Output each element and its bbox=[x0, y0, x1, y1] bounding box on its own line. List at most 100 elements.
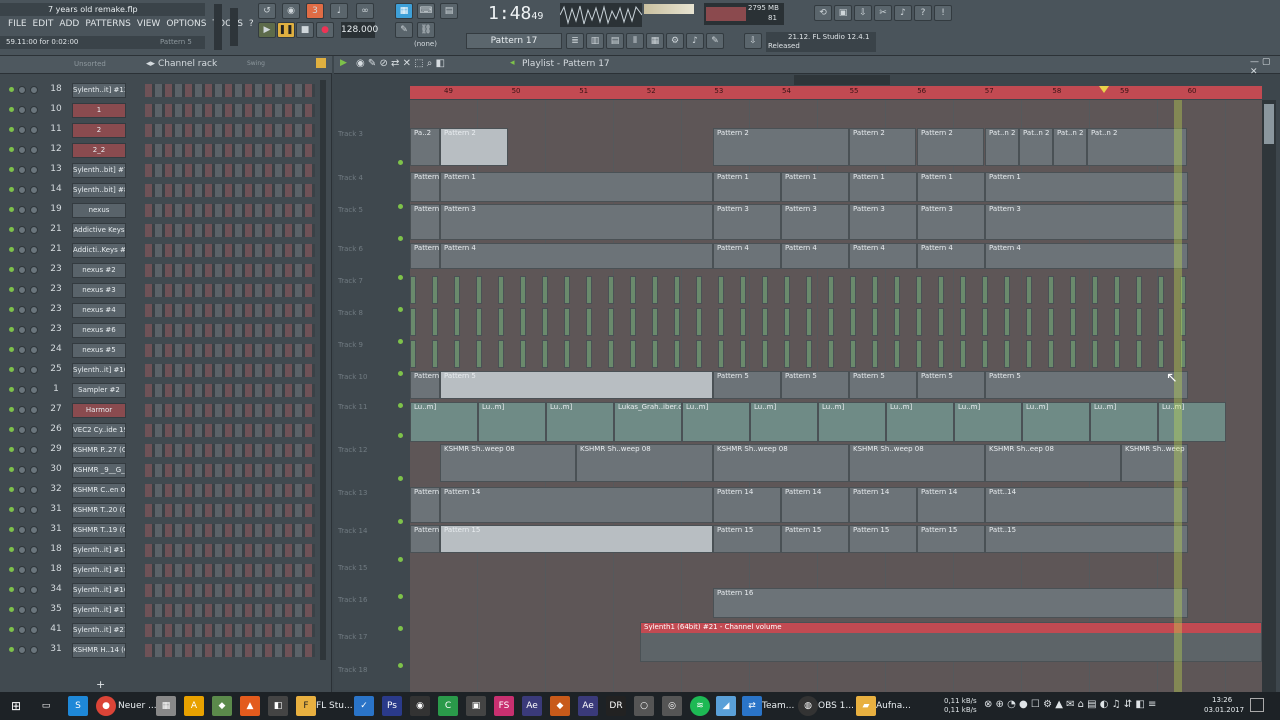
channel-name-button[interactable]: Addicti..Keys #2 bbox=[72, 243, 126, 258]
step-sequencer[interactable] bbox=[145, 284, 315, 297]
step-sequencer[interactable] bbox=[145, 464, 315, 477]
drum-clip[interactable] bbox=[476, 276, 482, 304]
playlist-menu-icon[interactable]: ▶ bbox=[340, 58, 347, 68]
task-team[interactable]: Team... bbox=[762, 701, 794, 711]
pattern-clip[interactable]: Pattern 14 bbox=[849, 487, 917, 523]
drum-clip[interactable] bbox=[784, 276, 790, 304]
channel-volume-knob[interactable] bbox=[30, 266, 38, 274]
channel-mixer-track[interactable]: 13 bbox=[44, 164, 68, 177]
drum-clip[interactable] bbox=[454, 276, 460, 304]
channel-enable-led[interactable] bbox=[9, 387, 14, 392]
drum-clip[interactable] bbox=[872, 308, 878, 336]
task-fl[interactable]: FL Stu... bbox=[316, 701, 353, 711]
menu-help[interactable]: ? bbox=[249, 19, 254, 29]
step-sequencer[interactable] bbox=[145, 524, 315, 537]
channel-volume-knob[interactable] bbox=[30, 86, 38, 94]
drum-clip[interactable] bbox=[586, 308, 592, 336]
pattern-clip[interactable]: Pattern 3 bbox=[985, 204, 1188, 240]
channel-name-button[interactable]: 1 bbox=[72, 103, 126, 118]
step-sequencer[interactable] bbox=[145, 204, 315, 217]
channel-mixer-track[interactable]: 27 bbox=[44, 404, 68, 417]
step-sequencer[interactable] bbox=[145, 424, 315, 437]
drum-clip[interactable] bbox=[806, 308, 812, 336]
playlist-toolbar-icons[interactable]: ◉ ✎ ⊘ ⇄ ✕ ⬚ ⌕ ◧ bbox=[356, 58, 445, 69]
pattern-clip[interactable]: Pattern 14 bbox=[917, 487, 985, 523]
drum-clip[interactable] bbox=[718, 340, 724, 368]
channel-row[interactable]: 25 Sylenth..it] #10 bbox=[0, 360, 320, 380]
pattern-clip[interactable]: Pattern 3 bbox=[410, 204, 440, 240]
channel-volume-knob[interactable] bbox=[30, 546, 38, 554]
pattern-clip[interactable]: Lu..m] bbox=[886, 402, 954, 442]
channel-enable-led[interactable] bbox=[9, 307, 14, 312]
download-icon[interactable]: ⇩ bbox=[744, 33, 762, 49]
drum-clip[interactable] bbox=[630, 276, 636, 304]
channel-row[interactable]: 13 Sylenth..bit] #7 bbox=[0, 160, 320, 180]
drum-clip[interactable] bbox=[476, 340, 482, 368]
drum-clip[interactable] bbox=[630, 340, 636, 368]
vlc-icon[interactable]: ▲ bbox=[240, 696, 260, 716]
channel-name-button[interactable]: Sylenth..it] #13 bbox=[72, 83, 126, 98]
clock-date[interactable]: 03.01.2017 bbox=[1204, 706, 1244, 714]
track-enable-led[interactable] bbox=[398, 557, 403, 562]
drum-clip[interactable] bbox=[1136, 340, 1142, 368]
channel-mixer-track[interactable]: 23 bbox=[44, 324, 68, 337]
rack-menu-icon[interactable] bbox=[316, 58, 326, 68]
channel-pan-knob[interactable] bbox=[18, 626, 26, 634]
channel-enable-led[interactable] bbox=[9, 447, 14, 452]
task-aufnahme[interactable]: Aufna... bbox=[876, 701, 911, 711]
channel-pan-knob[interactable] bbox=[18, 286, 26, 294]
channel-name-button[interactable]: nexus #5 bbox=[72, 343, 126, 358]
drum-clip[interactable] bbox=[476, 308, 482, 336]
drum-clip[interactable] bbox=[1004, 276, 1010, 304]
channel-row[interactable]: 29 KSHMR P..27 (G) bbox=[0, 440, 320, 460]
metronome-button[interactable]: ♩ bbox=[330, 3, 348, 19]
step-sequencer[interactable] bbox=[145, 504, 315, 517]
drum-clip[interactable] bbox=[806, 340, 812, 368]
step-sequencer[interactable] bbox=[145, 124, 315, 137]
channel-row[interactable]: 21 Addicti..Keys #2 bbox=[0, 240, 320, 260]
channel-volume-knob[interactable] bbox=[30, 246, 38, 254]
help-icon[interactable]: ? bbox=[914, 5, 932, 21]
channel-volume-knob[interactable] bbox=[30, 366, 38, 374]
drum-clip[interactable] bbox=[520, 340, 526, 368]
pattern-clip[interactable]: Lukas_Grah..iber.com] bbox=[614, 402, 682, 442]
pattern-clip[interactable]: Pattern 4 bbox=[917, 243, 985, 269]
pattern-clip[interactable]: KSHMR Sh..weep 08 bbox=[576, 444, 713, 482]
pattern-clip[interactable]: Pat..n 2 bbox=[1019, 128, 1053, 166]
channel-row[interactable]: 14 Sylenth..bit] #8 bbox=[0, 180, 320, 200]
channel-volume-knob[interactable] bbox=[30, 526, 38, 534]
drum-clip[interactable] bbox=[542, 308, 548, 336]
drum-clip[interactable] bbox=[1158, 308, 1164, 336]
pattern-clip[interactable]: Pattern 1 bbox=[713, 172, 781, 202]
drum-clip[interactable] bbox=[498, 276, 504, 304]
channel-row[interactable]: 32 KSHMR C..en 03 bbox=[0, 480, 320, 500]
drum-clip[interactable] bbox=[784, 308, 790, 336]
app-icon-c[interactable]: ◧ bbox=[268, 696, 288, 716]
drum-clip[interactable] bbox=[982, 308, 988, 336]
drum-clip[interactable] bbox=[916, 276, 922, 304]
channel-row[interactable]: 18 Sylenth..it] #14 bbox=[0, 540, 320, 560]
pattern-clip[interactable]: Pattern 4 bbox=[440, 243, 713, 269]
drum-clip[interactable] bbox=[1092, 308, 1098, 336]
drum-clip[interactable] bbox=[894, 308, 900, 336]
rack-arrows-icon[interactable]: ◂▸ bbox=[146, 59, 155, 69]
channel-pan-knob[interactable] bbox=[18, 106, 26, 114]
channel-name-button[interactable]: Harmor bbox=[72, 403, 126, 418]
piano-roll-icon[interactable]: ▥ bbox=[586, 33, 604, 49]
channel-pan-knob[interactable] bbox=[18, 86, 26, 94]
step-sequencer[interactable] bbox=[145, 244, 315, 257]
channel-volume-knob[interactable] bbox=[30, 126, 38, 134]
pattern-clip[interactable]: Pattern 15 bbox=[410, 525, 440, 553]
drum-clip[interactable] bbox=[520, 308, 526, 336]
drum-clip[interactable] bbox=[740, 340, 746, 368]
task-chrome[interactable]: Neuer ... bbox=[118, 701, 157, 711]
pencil-tool-icon[interactable]: ✎ bbox=[706, 33, 724, 49]
step-sequencer[interactable] bbox=[145, 624, 315, 637]
save-icon[interactable]: ▣ bbox=[834, 5, 852, 21]
track-label[interactable]: Track 3 bbox=[338, 130, 408, 138]
drum-clip[interactable] bbox=[960, 276, 966, 304]
channel-row[interactable]: 23 nexus #3 bbox=[0, 280, 320, 300]
channel-mixer-track[interactable]: 21 bbox=[44, 224, 68, 237]
channel-name-button[interactable]: KSHMR P..27 (G) bbox=[72, 443, 126, 458]
drum-clip[interactable] bbox=[564, 340, 570, 368]
